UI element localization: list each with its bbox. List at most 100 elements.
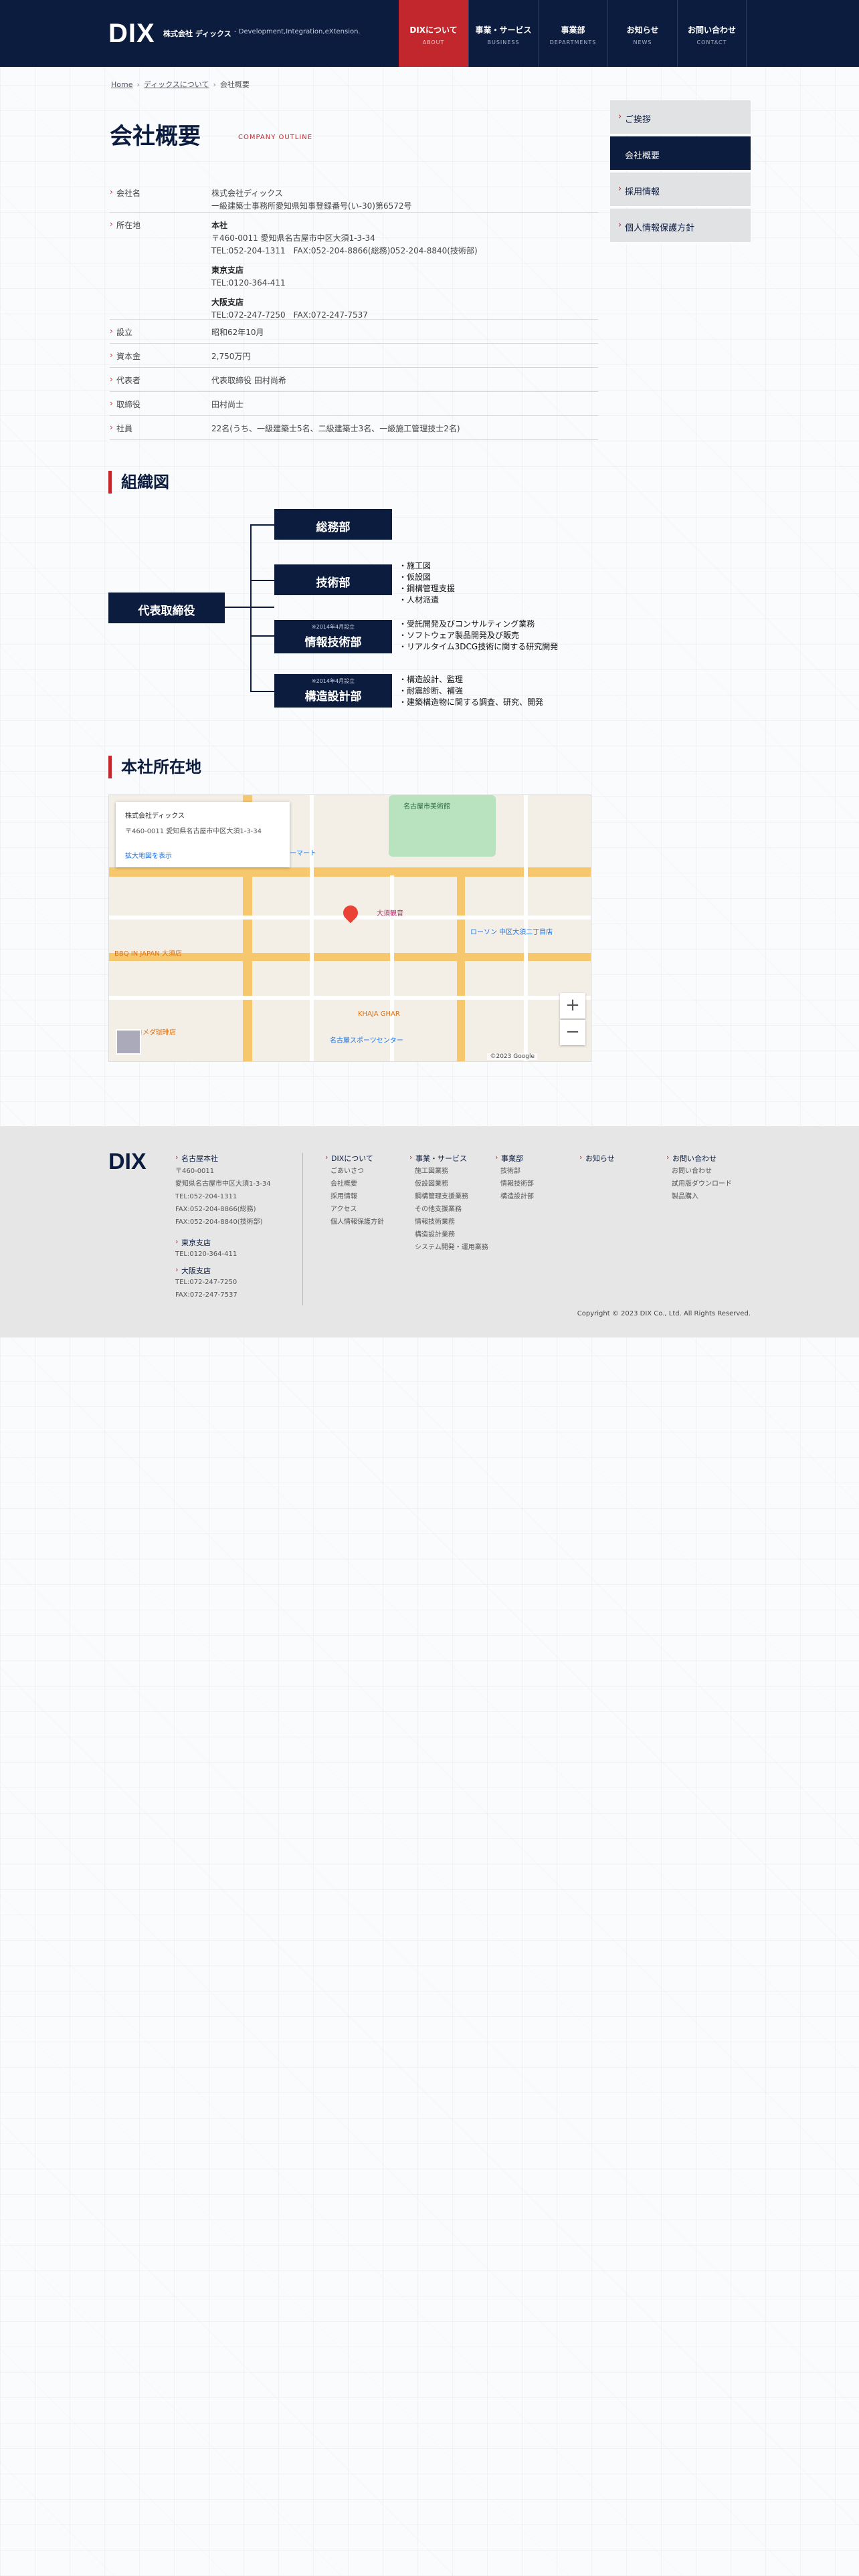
breadcrumb-about[interactable]: ディックスについて [144,80,209,89]
footer-office-lines: 〒460-0011 愛知県名古屋市中区大須1-3-34 TEL:052-204-… [175,1165,271,1228]
breadcrumb-current: 会社概要 [219,80,250,89]
duty-item: リアルタイム3DCG技術に関する研究開発 [399,641,558,653]
nav-about-sub: ABOUT [422,39,445,45]
footer-link[interactable]: 仮設図業務 [415,1178,492,1190]
footer-link[interactable]: 採用情報 [330,1190,384,1203]
info-value: 代表取締役 田村尚希 [211,376,286,385]
org-dept-box: 総務部 [274,509,392,540]
org-dept-label: 総務部 [316,521,351,534]
org-heading: 組織図 [108,471,169,494]
footer-col-head[interactable]: お知らせ [579,1153,615,1164]
footer-col-head[interactable]: DIXについて [325,1153,373,1164]
footer-link[interactable]: 個人情報保護方針 [330,1216,384,1228]
org-duties-it: 受託開発及びコンサルティング業務ソフトウェア製品開発及び販売リアルタイム3DCG… [399,619,558,653]
nav-business-sub: BUSINESS [487,39,520,45]
footer-link[interactable]: 施工図業務 [415,1165,492,1178]
map-street [109,996,591,1000]
org-dept-box: 技術部 [274,564,392,595]
footer-link[interactable]: 構造設計部 [500,1190,534,1203]
footer-logo[interactable]: DIX [108,1149,147,1175]
info-value: 2,750万円 [211,352,251,361]
org-connector [250,524,274,526]
nav-news-label: お知らせ [626,25,659,35]
site-logo[interactable]: DIX [108,19,155,49]
google-map[interactable]: 名古屋市美術館 ファミリーマート 大須観音 ローソン 中区大須二丁目店 BBQ … [108,794,591,1062]
info-row-employees: 社員 22名(うち、一級建築士5名、二級建築士3名、一級施工管理技士2名) [110,416,598,440]
page-title: 会社概要 [110,123,201,150]
footer-link[interactable]: 技術部 [500,1165,534,1178]
footer-col-head[interactable]: 事業・サービス [409,1153,467,1164]
footer-col-head[interactable]: 事業部 [495,1153,523,1164]
side-menu-outline[interactable]: 会社概要 [610,136,751,171]
org-ceo-label: 代表取締役 [138,605,195,618]
footer-link[interactable]: 製品購入 [672,1190,732,1203]
nav-about-label: DIXについて [409,25,458,35]
org-duties-structure: 構造設計、監理耐震診断、補強建築構造物に関する調査、研究、開発 [399,674,543,708]
org-dept-note: ※2014年4月設立 [311,624,355,630]
footer-col-links: お問い合わせ 試用版ダウンロード 製品購入 [672,1165,732,1203]
side-menu-privacy[interactable]: 個人情報保護方針 [610,209,751,243]
nav-business[interactable]: 事業・サービス BUSINESS [468,0,538,67]
nav-contact-sub: CONTACT [696,39,727,45]
map-credit: ©2023 Google [487,1053,537,1060]
duty-item: 人材派遣 [399,595,455,606]
info-key: 社員 [110,423,132,434]
org-connector [250,635,274,637]
footer-divider [302,1153,303,1305]
info-value: 本社 〒460-0011 愛知県名古屋市中区大須1-3-34 TEL:052-2… [211,219,478,322]
info-key: 会社名 [110,187,140,199]
footer-link[interactable]: お問い合わせ [672,1165,732,1178]
company-name-value: 株式会社ディックス [211,189,283,198]
map-card-title: 株式会社ディックス [125,813,185,820]
nav-news[interactable]: お知らせ NEWS [607,0,677,67]
breadcrumb-home[interactable]: Home [111,80,132,89]
footer-office-line: 愛知県名古屋市中区大須1-3-34 [175,1180,271,1188]
info-row-company: 会社名 株式会社ディックス一級建築士事務所愛知県知事登録番号(い-30)第657… [110,181,598,213]
info-key: 所在地 [110,219,140,231]
info-key: 代表者 [110,374,140,386]
footer-link[interactable]: 情報技術業務 [415,1216,492,1228]
footer-link[interactable]: 試用版ダウンロード [672,1178,732,1190]
zoom-out-button[interactable]: − [560,1020,585,1045]
map-marker-icon[interactable] [340,902,361,924]
map-label: ローソン 中区大須二丁目店 [470,929,553,936]
footer-col-links: ごあいさつ 会社概要 採用情報 アクセス 個人情報保護方針 [330,1165,384,1228]
footer-col-head[interactable]: お問い合わせ [666,1153,717,1164]
page-title-en: COMPANY OUTLINE [238,134,313,141]
org-dept-label: 技術部 [316,576,351,590]
duty-item: 受託開発及びコンサルティング業務 [399,619,558,630]
office-head-address: 〒460-0011 愛知県名古屋市中区大須1-3-34 [211,233,375,243]
side-menu-greeting[interactable]: ご挨拶 [610,100,751,135]
map-label: KHAJA GHAR [358,1010,400,1018]
footer-link[interactable]: 情報技術部 [500,1178,534,1190]
map-label: コメダ珈琲店 [136,1029,176,1037]
map-road [457,875,465,1061]
nav-departments-label: 事業部 [561,25,585,35]
zoom-in-button[interactable]: + [560,993,585,1018]
footer-link[interactable]: システム開発・運用業務 [415,1241,492,1254]
map-enlarge-link[interactable]: 拡大地図を表示 [125,850,280,860]
site-header: DIX 株式会社 ディックス - Development,Integration… [0,0,859,67]
nav-contact[interactable]: お問い合わせ CONTACT [677,0,747,67]
footer-link[interactable]: 構造設計業務 [415,1228,492,1241]
map-type-toggle[interactable] [116,1029,141,1055]
nav-about[interactable]: DIXについて ABOUT [399,0,468,67]
footer-link[interactable]: ごあいさつ [330,1165,384,1178]
footer-office-line: FAX:052-204-8866(総務) [175,1206,256,1213]
breadcrumb-sep-icon: › [213,80,216,89]
side-menu-recruit[interactable]: 採用情報 [610,173,751,207]
map-label: 名古屋スポーツセンター [330,1037,403,1045]
org-connector [250,691,274,692]
footer-link[interactable]: アクセス [330,1203,384,1216]
org-dept-box: ※2014年4月設立 構造設計部 [274,674,392,708]
info-key: 設立 [110,326,132,338]
footer-office-line: FAX:072-247-7537 [175,1291,237,1299]
footer-link[interactable]: 会社概要 [330,1178,384,1190]
footer-office-line: 〒460-0011 [175,1168,215,1175]
footer-office-name: 東京支店 [175,1237,211,1248]
nav-departments[interactable]: 事業部 DEPARTMENTS [538,0,607,67]
registration-number: 一級建築士事務所愛知県知事登録番号(い-30)第6572号 [211,201,412,211]
footer-link[interactable]: 鋼構管理支援業務 [415,1190,492,1203]
info-row-capital: 資本金 2,750万円 [110,344,598,368]
footer-link[interactable]: その他支援業務 [415,1203,492,1216]
